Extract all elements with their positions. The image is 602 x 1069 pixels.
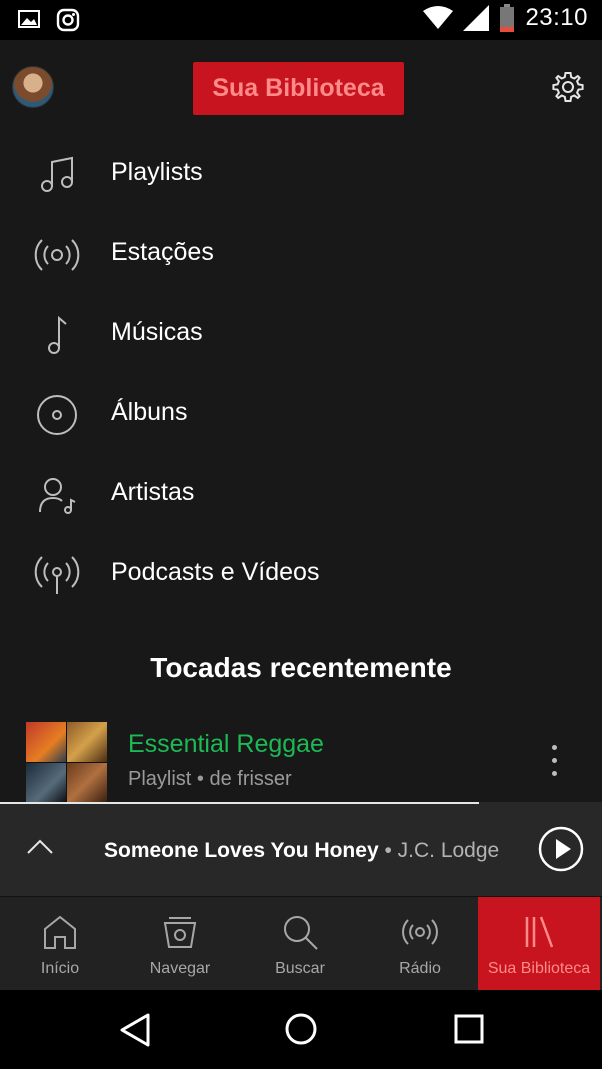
home-button-icon[interactable] (284, 1012, 318, 1046)
recents-icon[interactable] (454, 1014, 484, 1044)
wifi-icon (423, 6, 454, 29)
now-playing-bar[interactable]: Someone Loves You Honey • J.C. Lodge (0, 802, 602, 896)
menu-item-playlists[interactable]: Playlists (0, 134, 602, 214)
image-icon (18, 10, 40, 28)
artist-name: J.C. Lodge (397, 839, 500, 862)
playback-progress (0, 802, 479, 804)
playlist-cover-art (26, 722, 107, 802)
system-nav-bar (0, 990, 602, 1069)
tab-your-library[interactable]: Sua Biblioteca (478, 897, 600, 991)
menu-item-artists[interactable]: Artistas (0, 454, 602, 534)
back-icon[interactable] (118, 1012, 152, 1048)
tab-label: Início (40, 960, 80, 977)
gear-icon[interactable] (550, 69, 586, 105)
page-title: Sua Biblioteca (212, 74, 385, 102)
status-bar: 23:10 (0, 0, 602, 40)
menu-item-albums[interactable]: Álbuns (0, 374, 602, 454)
radio-station-icon (34, 239, 80, 271)
playlist-subtitle: Playlist • de frisser (128, 768, 292, 790)
search-icon (284, 916, 318, 950)
music-notes-icon (41, 156, 73, 192)
battery-icon (500, 4, 515, 32)
music-note-icon (48, 315, 67, 354)
tab-label: Navegar (149, 960, 211, 977)
header: Sua Biblioteca (0, 40, 602, 134)
menu-label: Playlists (111, 158, 203, 186)
tab-label: Sua Biblioteca (487, 960, 591, 977)
list-item[interactable]: Essential Reggae Playlist • de frisser (0, 720, 602, 802)
bottom-nav: Início Navegar Buscar Rádio Sua Bibliote… (0, 896, 602, 991)
clock: 23:10 (525, 4, 588, 31)
play-button[interactable] (538, 826, 584, 872)
album-icon (37, 395, 77, 435)
tab-label: Buscar (275, 960, 325, 977)
signal-icon (463, 5, 490, 31)
menu-item-podcasts[interactable]: Podcasts e Vídeos (0, 534, 602, 614)
artist-icon (39, 478, 76, 514)
more-options-icon[interactable] (546, 742, 562, 782)
tab-radio[interactable]: Rádio (360, 897, 480, 991)
menu-label: Músicas (111, 318, 203, 346)
recently-played-heading: Tocadas recentemente (150, 652, 452, 683)
tab-browse[interactable]: Navegar (120, 897, 240, 991)
home-icon (44, 915, 76, 949)
tab-search[interactable]: Buscar (240, 897, 360, 991)
menu-label: Artistas (111, 478, 195, 506)
instagram-icon (56, 8, 80, 32)
podcast-icon (34, 556, 80, 594)
menu-label: Estações (111, 238, 214, 266)
tab-home[interactable]: Início (0, 897, 120, 991)
page-title-box: Sua Biblioteca (193, 62, 404, 115)
playlist-title: Essential Reggae (128, 730, 324, 758)
menu-item-stations[interactable]: Estações (0, 214, 602, 294)
browse-icon (163, 917, 197, 948)
tab-label: Rádio (399, 960, 441, 977)
song-title: Someone Loves You Honey (104, 839, 379, 862)
library-icon (525, 916, 554, 948)
library-menu: Playlists Estações Músicas Álbuns Artist… (0, 134, 602, 614)
menu-label: Podcasts e Vídeos (111, 558, 320, 586)
avatar[interactable] (12, 66, 54, 108)
separator: • (378, 839, 398, 862)
app-screen: Sua Biblioteca Playlists Estações Música… (0, 40, 602, 991)
now-playing-text: Someone Loves You Honey • J.C. Lodge (104, 839, 499, 863)
radio-icon (402, 919, 438, 945)
menu-item-songs[interactable]: Músicas (0, 294, 602, 374)
chevron-up-icon[interactable] (26, 836, 54, 856)
menu-label: Álbuns (111, 398, 188, 426)
